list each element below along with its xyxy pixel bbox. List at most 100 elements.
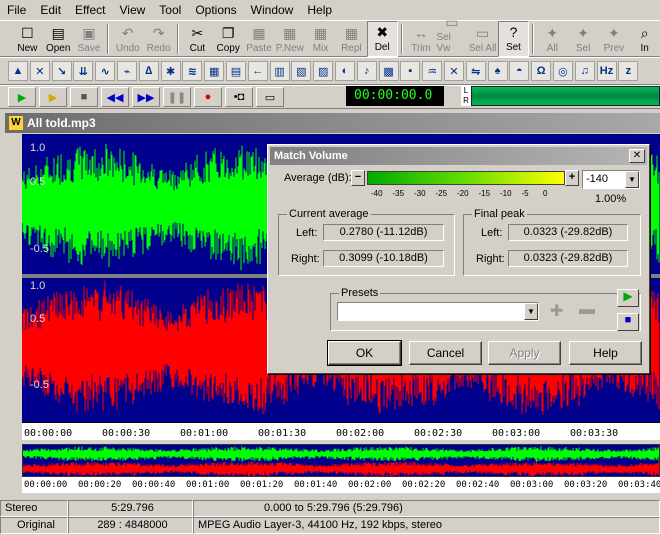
selection-range: 0.000 to 5:29.796 (5:29.796) [193,500,660,517]
selection-icon[interactable]: ▭ [256,87,284,107]
copy-button[interactable]: ❐ Copy [213,21,244,57]
repl-button[interactable]: ▦ Repl [336,21,367,57]
toolbar-label: Repl [341,43,362,54]
time-tick-label: 00:03:30 [570,428,619,439]
chevron-down-icon[interactable]: ▼ [625,171,639,188]
average-slider[interactable] [367,171,565,185]
menu-edit[interactable]: Edit [33,3,68,17]
rewind-icon[interactable]: ◀◀ [101,87,129,107]
insert-silence-icon[interactable]: ← [247,61,268,81]
amplify-icon[interactable]: ▲ [8,61,28,81]
menu-options[interactable]: Options [188,3,243,17]
dc-offset-icon[interactable]: ⇊ [73,61,94,81]
delay-icon[interactable]: ◎ [552,61,573,81]
overview-waveform[interactable] [22,444,660,477]
trim-button[interactable]: ↔ Trim [406,21,437,57]
flanger-icon[interactable]: ≋ [182,61,203,81]
normalize-icon[interactable]: ▨ [313,61,334,81]
stop-icon[interactable]: ■ [70,87,98,107]
record-icon[interactable]: ● [194,87,222,107]
undo-button[interactable]: ↶ Undo [112,21,143,57]
cut-button[interactable]: ✂ Cut [182,21,213,57]
fade-out-icon[interactable]: ∆ [138,61,159,81]
pan-icon[interactable]: ◐ [334,61,355,81]
loop-icon[interactable]: •◘ [225,87,253,107]
db-scale-label: -30 [414,189,426,198]
hz-icon[interactable]: Hz [596,61,617,81]
redo-button[interactable]: ↷ Redo [143,21,174,57]
reverse-icon[interactable]: ▪ [400,61,421,81]
db-scale-label: -5 [521,189,529,198]
sel-button[interactable]: ✦ Sel [568,21,599,57]
p-new-button[interactable]: ▦ P.New [274,21,305,57]
set-button[interactable]: ? Set [498,21,529,57]
vibrato-icon[interactable]: ✕ [443,61,464,81]
toolbar-label: In [640,43,649,54]
decrease-button[interactable]: − [351,170,365,186]
distortion-icon[interactable]: ⇋ [465,61,486,81]
gap-icon[interactable]: ▤ [225,61,246,81]
increase-button[interactable]: + [565,170,579,186]
average-value-combo[interactable]: -140 ▼ [582,170,640,189]
document-title: All told.mp3 [27,116,96,130]
invert-icon[interactable]: ↘ [51,61,72,81]
cancel-button[interactable]: Cancel [409,341,482,365]
help-button[interactable]: Help [569,341,642,365]
compressor-icon[interactable]: Ω [531,61,552,81]
tempo-icon[interactable]: ♒ [422,61,443,81]
menu-file[interactable]: File [0,3,33,17]
echo-icon[interactable]: ♠ [487,61,508,81]
play-icon[interactable]: ▶ [8,87,36,107]
overview-tick-label: 00:03:20 [564,480,608,490]
db-scale-label: -35 [392,189,405,198]
overview-tick-label: 00:00:20 [78,480,122,490]
filter-icon[interactable]: ✱ [160,61,181,81]
close-icon[interactable]: ✕ [629,149,645,163]
menu-view[interactable]: View [113,3,153,17]
apply-button[interactable]: Apply [488,341,561,365]
toolbar-label: Undo [115,43,140,54]
document-titlebar[interactable]: W All told.mp3 [5,113,660,133]
mix-button[interactable]: ▦ Mix [305,21,336,57]
play-loop-icon[interactable]: ▶ [39,87,67,107]
eq-icon[interactable]: ♫ [574,61,595,81]
fast-forward-icon[interactable]: ▶▶ [132,87,160,107]
new-button[interactable]: ☐ New [12,21,43,57]
ok-button[interactable]: OK [327,340,402,366]
sel-vw-button[interactable]: ▭ Sel Vw [436,14,467,57]
overview-ruler[interactable]: 00:00:00 00:00:20 00:00:40 00:01:00 00:01:20… [22,477,660,493]
in-button[interactable]: ⌕ In [629,21,660,57]
graphic-eq-icon[interactable]: ▦ [204,61,225,81]
sel-all-button[interactable]: ▭ Sel All [467,21,498,57]
del-button[interactable]: ✖ Del [366,21,398,57]
all-button[interactable]: ✦ All [537,21,568,57]
pitch-icon[interactable]: ♪ [356,61,377,81]
stop-preview-icon[interactable]: ■ [617,313,639,331]
paste-button[interactable]: ▦ Paste [244,21,275,57]
chevron-down-icon[interactable]: ▼ [524,303,538,320]
final-left-label: Left: [481,227,503,239]
menu-help[interactable]: Help [300,3,339,17]
add-preset-icon[interactable]: ✚ [550,301,563,321]
menu-effect[interactable]: Effect [68,3,112,17]
prev-button[interactable]: ✦ Prev [599,21,630,57]
remove-preset-icon[interactable]: ▬ [579,301,595,319]
noise-gate-icon[interactable]: ▧ [291,61,312,81]
pause-icon[interactable]: ❚❚ [163,87,191,107]
menu-tool[interactable]: Tool [152,3,188,17]
play-preview-icon[interactable]: ▶ [617,289,639,307]
paste-new-icon: ▦ [283,24,297,41]
presets-combo[interactable]: ▼ [337,302,539,321]
menu-window[interactable]: Window [244,3,301,17]
cross-fade-icon[interactable]: ✕ [29,61,50,81]
envelope-icon[interactable]: ∿ [95,61,116,81]
save-button[interactable]: ▣ Save [74,21,105,57]
resample-icon[interactable]: ▩ [378,61,399,81]
time-ruler[interactable]: 00:00:00 00:00:30 00:01:00 00:01:30 00:02:00… [22,422,660,440]
dialog-titlebar[interactable]: Match Volume ✕ [270,147,647,165]
open-button[interactable]: ▤ Open [43,21,74,57]
freq-analysis-icon[interactable]: z [618,61,639,81]
chorus-icon[interactable]: ◓ [509,61,530,81]
fade-in-icon[interactable]: ⌁ [116,61,137,81]
markers-icon[interactable]: ▥ [269,61,290,81]
